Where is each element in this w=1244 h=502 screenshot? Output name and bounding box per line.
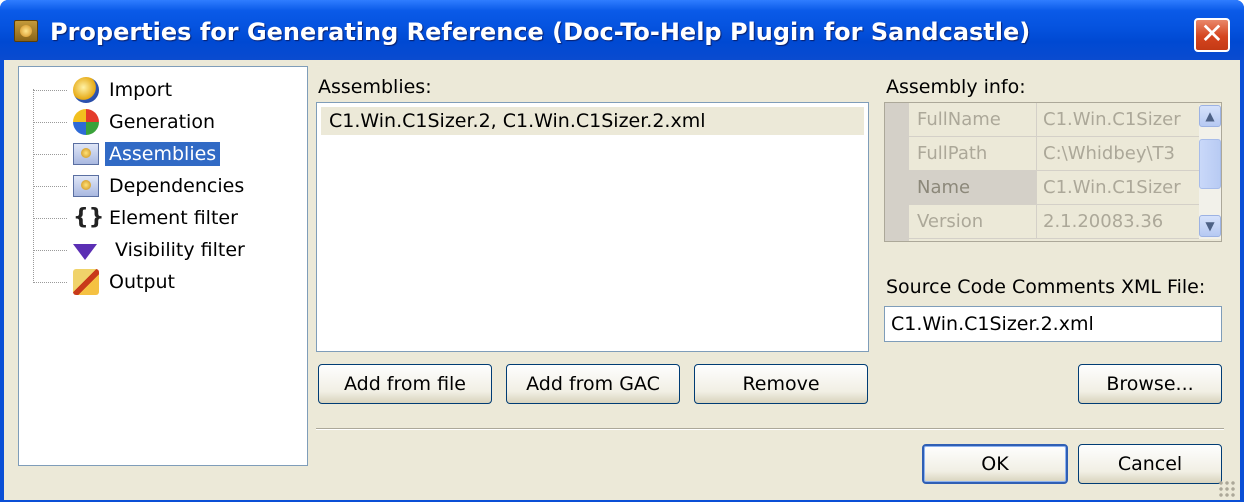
scroll-down-icon[interactable]: ▼ — [1199, 215, 1221, 237]
tree-connector — [33, 121, 67, 123]
tree-connector — [33, 217, 67, 219]
tree-item-generation[interactable]: Generation — [33, 107, 219, 137]
info-scrollbar[interactable]: ▲ ▼ — [1199, 105, 1221, 239]
grid-row-headers — [885, 103, 909, 241]
tree-item-output[interactable]: Output — [33, 267, 179, 297]
assembly-icon — [73, 175, 99, 197]
browse-button[interactable]: Browse... — [1078, 364, 1222, 404]
generation-icon — [73, 109, 99, 135]
scroll-thumb[interactable] — [1199, 139, 1221, 189]
title-bar[interactable]: Properties for Generating Reference (Doc… — [0, 0, 1244, 60]
braces-icon: {} — [73, 205, 105, 230]
cancel-button[interactable]: Cancel — [1078, 444, 1222, 484]
close-button[interactable]: ✕ — [1194, 18, 1230, 52]
tree-item-label: Import — [109, 79, 173, 101]
source-xml-field[interactable]: C1.Win.C1Sizer.2.xml — [884, 306, 1222, 342]
tree-item-import[interactable]: Import — [33, 75, 176, 105]
import-icon — [73, 77, 99, 103]
property-row[interactable]: FullName C1.Win.C1Sizer — [909, 103, 1199, 137]
tree-item-element-filter[interactable]: {} Element filter — [33, 203, 242, 233]
tree-connector — [33, 89, 67, 91]
tree-item-dependencies[interactable]: Dependencies — [33, 171, 248, 201]
property-name: FullPath — [909, 137, 1037, 170]
tree-connector — [33, 281, 67, 283]
property-value: C1.Win.C1Sizer — [1043, 177, 1181, 198]
tree-item-label: Assemblies — [105, 142, 221, 166]
window-title: Properties for Generating Reference (Doc… — [50, 18, 1031, 46]
add-from-gac-button[interactable]: Add from GAC — [506, 364, 680, 404]
output-icon — [73, 269, 99, 295]
property-name: Version — [909, 205, 1037, 238]
remove-button[interactable]: Remove — [694, 364, 868, 404]
tree-item-label: Visibility filter — [115, 239, 245, 261]
tree-connector — [33, 153, 67, 155]
settings-tree: Import Generation Assemblies Dependencie… — [18, 66, 308, 466]
property-value: C:\Whidbey\T3 — [1043, 143, 1175, 164]
property-row[interactable]: Name C1.Win.C1Sizer — [909, 171, 1199, 205]
tree-item-label: Output — [109, 271, 175, 293]
assembly-icon — [73, 143, 99, 165]
property-value: 2.1.20083.36 — [1043, 211, 1164, 232]
assemblies-label: Assemblies: — [318, 76, 432, 98]
property-name: FullName — [909, 103, 1037, 136]
tree-item-label: Generation — [109, 111, 215, 133]
tree-item-label: Element filter — [109, 207, 238, 229]
property-value: C1.Win.C1Sizer — [1043, 109, 1181, 130]
footer-separator — [316, 428, 1224, 430]
add-from-file-button[interactable]: Add from file — [318, 364, 492, 404]
dialog-client-area: Import Generation Assemblies Dependencie… — [4, 60, 1240, 500]
funnel-icon — [73, 244, 97, 260]
assembly-info-label: Assembly info: — [886, 76, 1026, 98]
list-item[interactable]: C1.Win.C1Sizer.2, C1.Win.C1Sizer.2.xml — [321, 107, 864, 135]
property-name: Name — [909, 171, 1037, 204]
tree-item-visibility-filter[interactable]: Visibility filter — [33, 235, 249, 265]
assembly-info-grid[interactable]: FullName C1.Win.C1Sizer FullPath C:\Whid… — [884, 102, 1222, 242]
resize-grip[interactable] — [1218, 480, 1236, 498]
scroll-up-icon[interactable]: ▲ — [1199, 105, 1221, 127]
property-row[interactable]: FullPath C:\Whidbey\T3 — [909, 137, 1199, 171]
sandcastle-app-icon — [14, 20, 38, 42]
tree-connector — [33, 185, 67, 187]
tree-item-label: Dependencies — [109, 175, 245, 197]
tree-connector — [33, 249, 67, 251]
ok-button[interactable]: OK — [922, 444, 1068, 484]
tree-item-assemblies[interactable]: Assemblies — [33, 139, 221, 169]
source-xml-label: Source Code Comments XML File: — [886, 276, 1206, 298]
assemblies-list[interactable]: C1.Win.C1Sizer.2, C1.Win.C1Sizer.2.xml — [316, 102, 869, 352]
properties-dialog: Properties for Generating Reference (Doc… — [0, 0, 1244, 502]
property-row[interactable]: Version 2.1.20083.36 — [909, 205, 1199, 239]
